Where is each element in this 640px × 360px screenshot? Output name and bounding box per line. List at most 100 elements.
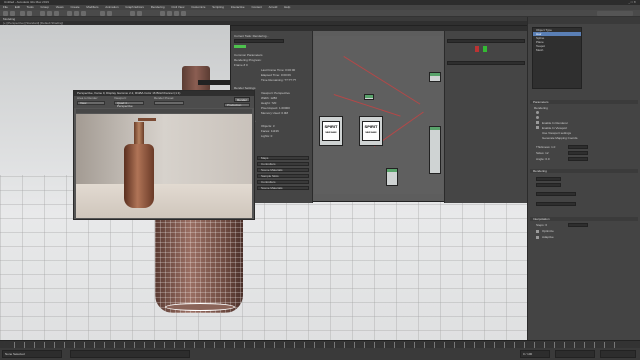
status-line: Width: 1280: [261, 96, 278, 100]
production-select[interactable]: Production: [224, 103, 250, 107]
cp-label: Use Viewport settings: [542, 131, 571, 135]
undo-icon[interactable]: [3, 11, 8, 16]
parameter-field[interactable]: [447, 61, 525, 65]
status-line: Rendering Progress:: [234, 58, 262, 62]
menu-help[interactable]: Help: [284, 5, 290, 9]
render-teapot-icon[interactable]: [181, 11, 186, 16]
select-by-name-icon[interactable]: [47, 11, 52, 16]
menu-rendering[interactable]: Rendering: [151, 5, 165, 9]
parameters-rollup[interactable]: Parameters: [530, 100, 638, 104]
workspace-selector[interactable]: [597, 11, 633, 16]
angle-snap-icon[interactable]: [107, 11, 112, 16]
menu-scripting[interactable]: Scripting: [212, 5, 224, 9]
cp-label: Angle: 0.0: [536, 157, 550, 161]
area-to-render-select[interactable]: View: [77, 101, 105, 105]
rendering-rollup[interactable]: Rendering: [530, 169, 638, 173]
menu-modifiers[interactable]: Modifiers: [86, 5, 98, 9]
browser-rollup[interactable]: Sample Slots: [257, 174, 309, 178]
menu-civil-view[interactable]: Civil View: [171, 5, 184, 9]
menu-group[interactable]: Group: [41, 5, 49, 9]
status-line: Viewport: Perspective: [261, 91, 290, 95]
menu-views[interactable]: Views: [56, 5, 64, 9]
status-line: Last Frame Time: 0:00:00: [261, 68, 296, 72]
map-node[interactable]: [429, 72, 441, 82]
menu-create[interactable]: Create: [70, 5, 79, 9]
link-icon[interactable]: [20, 11, 25, 16]
move-icon[interactable]: [67, 11, 72, 16]
cp-label: Steps: 6: [536, 223, 548, 227]
render-options-bar: Area to Render: View Viewport: Quad 4 - …: [74, 96, 254, 108]
checkbox[interactable]: [536, 236, 539, 239]
thickness-spinner[interactable]: [568, 145, 588, 149]
command-panel-tabs[interactable]: [528, 17, 640, 24]
option-field[interactable]: [536, 177, 561, 181]
standard-material-node[interactable]: [429, 126, 441, 174]
playback-controls[interactable]: [555, 350, 595, 358]
map-node[interactable]: [386, 168, 398, 186]
status-line: Height: 720: [261, 101, 277, 105]
radio-button[interactable]: [536, 116, 539, 119]
browser-rollup[interactable]: Scene Materials: [257, 186, 309, 190]
menu-file[interactable]: File: [3, 5, 8, 9]
menu-arnold[interactable]: Arnold: [269, 5, 278, 9]
checkbox[interactable]: [536, 126, 539, 129]
navigator-preview: [475, 46, 479, 52]
option-field[interactable]: [536, 183, 561, 187]
menu-content[interactable]: Content: [251, 5, 262, 9]
frame-counter[interactable]: 0 / 100: [520, 350, 550, 358]
radio-button[interactable]: [536, 111, 539, 114]
browser-rollup[interactable]: Controllers: [257, 180, 309, 184]
menu-graph-editors[interactable]: Graph Editors: [125, 5, 144, 9]
menu-customize[interactable]: Customize: [191, 5, 205, 9]
material-node[interactable]: SPIRIT NEW MAKE: [359, 116, 383, 146]
redo-icon[interactable]: [10, 11, 15, 16]
render-frame-icon[interactable]: [174, 11, 179, 16]
node-wire: [343, 56, 421, 105]
rendered-frame-window: Perspective, frame 0, Display Gamma: 2.2…: [73, 90, 255, 220]
checkbox[interactable]: [536, 121, 539, 124]
rotate-icon[interactable]: [74, 11, 79, 16]
status-line: Memory Used: 0.0M: [261, 111, 289, 115]
progress-bar: [234, 45, 246, 48]
interpolation-rollup[interactable]: Interpolation: [530, 217, 638, 221]
bottle-cap-model[interactable]: [182, 66, 210, 92]
browser-rollup[interactable]: Controllers: [257, 162, 309, 166]
list-item[interactable]: Mesh: [533, 48, 581, 52]
option-field[interactable]: [536, 192, 576, 196]
scale-icon[interactable]: [81, 11, 86, 16]
status-bar: None Selected 0 / 100: [0, 348, 640, 360]
node-view[interactable]: SPIRIT NEW MAKE SPIRIT NEW MAKE: [314, 36, 443, 194]
snap-icon[interactable]: [100, 11, 105, 16]
sides-spinner[interactable]: [568, 151, 588, 155]
menu-interactive[interactable]: Interactive: [231, 5, 245, 9]
browser-rollup[interactable]: Scene Materials: [257, 168, 309, 172]
bitmap-node[interactable]: SPIRIT NEW MAKE: [319, 116, 343, 146]
select-icon[interactable]: [40, 11, 45, 16]
menu-edit[interactable]: Edit: [15, 5, 20, 9]
timeline[interactable]: [0, 340, 640, 348]
render-bottle: [124, 144, 154, 208]
align-icon[interactable]: [137, 11, 142, 16]
menu-animation[interactable]: Animation: [105, 5, 118, 9]
unlink-icon[interactable]: [27, 11, 32, 16]
cp-label: Sides: 12: [536, 151, 549, 155]
map-node[interactable]: [364, 94, 374, 100]
cp-label: Enable In Viewport: [542, 126, 568, 130]
checkbox[interactable]: [536, 230, 539, 233]
viewport-nav-controls[interactable]: [600, 350, 636, 358]
mirror-icon[interactable]: [130, 11, 135, 16]
steps-spinner[interactable]: [568, 223, 588, 227]
angle-spinner[interactable]: [568, 157, 588, 161]
option-field[interactable]: [536, 202, 576, 206]
browser-rollup[interactable]: Maps: [257, 156, 309, 160]
render-setup-icon[interactable]: [167, 11, 172, 16]
material-editor-icon[interactable]: [160, 11, 165, 16]
status-line: Lights: 0: [261, 134, 273, 138]
render-preset-select[interactable]: [154, 101, 184, 105]
region-select-icon[interactable]: [54, 11, 59, 16]
render-pump: [138, 118, 156, 121]
viewport-select[interactable]: Quad 4 - Perspective: [114, 101, 144, 108]
render-button[interactable]: Render: [234, 97, 250, 102]
menu-tools[interactable]: Tools: [27, 5, 34, 9]
app-window: Untitled - Autodesk 3ds Max 2019 _ □ ✕ F…: [0, 0, 640, 360]
